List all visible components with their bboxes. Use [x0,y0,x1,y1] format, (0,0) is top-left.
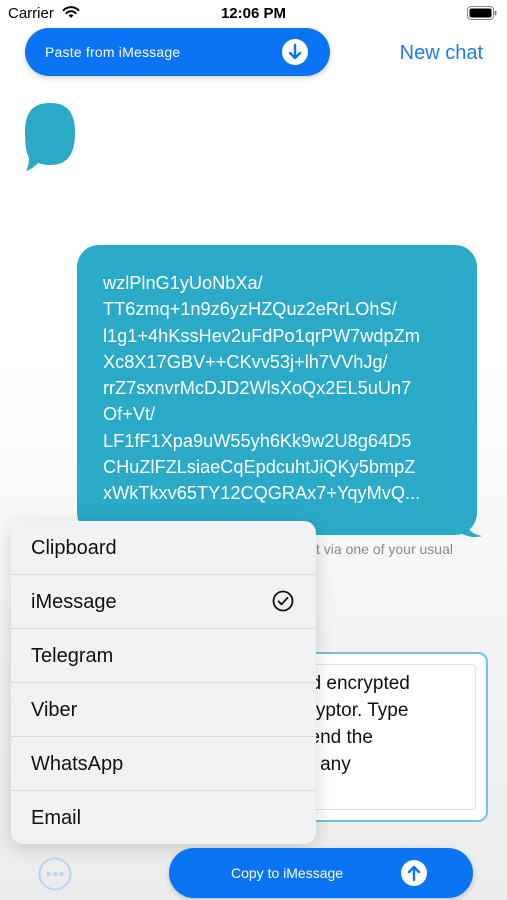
arrow-down-icon [282,39,308,65]
copy-to-imessage-button[interactable]: Copy to iMessage [169,848,473,898]
battery-icon [467,6,497,20]
encrypted-message-text: wzlPlnG1yUoNbXa/ TT6zmq+1n9z6yzHZQuz2eRr… [103,273,421,504]
new-chat-link[interactable]: New chat [400,42,483,65]
ellipsis-circle-icon[interactable] [38,857,72,891]
menu-item-label: WhatsApp [31,753,124,775]
menu-item-label: Viber [31,699,78,721]
menu-item-label: Email [31,807,82,829]
bubble-tail [462,512,482,538]
menu-item-telegram[interactable]: Telegram [11,629,316,683]
menu-item-clipboard[interactable]: Clipboard [11,521,316,575]
copy-button-label: Copy to iMessage [231,865,344,881]
status-bar: Carrier 12:06 PM [0,0,507,30]
menu-item-viber[interactable]: Viber [11,683,316,737]
hint-text: t via one of your usual [316,541,453,557]
menu-item-label: Telegram [31,645,114,667]
menu-item-label: iMessage [31,591,117,613]
paste-from-imessage-button[interactable]: Paste from iMessage [25,28,330,76]
checkmark-circle-icon [272,590,294,612]
speech-bubble-icon [25,103,75,171]
clock: 12:06 PM [220,5,287,22]
menu-item-imessage[interactable]: iMessage [11,575,316,629]
paste-button-label: Paste from iMessage [45,44,181,60]
menu-item-label: Clipboard [31,537,117,559]
compose-text: nd encrypted cryptor. Type send the ia a… [300,673,410,775]
menu-item-whatsapp[interactable]: WhatsApp [11,737,316,791]
arrow-up-icon [401,860,427,886]
share-target-menu: Clipboard iMessage Telegram Viber WhatsA… [11,521,316,844]
menu-item-email[interactable]: Email [11,791,316,844]
